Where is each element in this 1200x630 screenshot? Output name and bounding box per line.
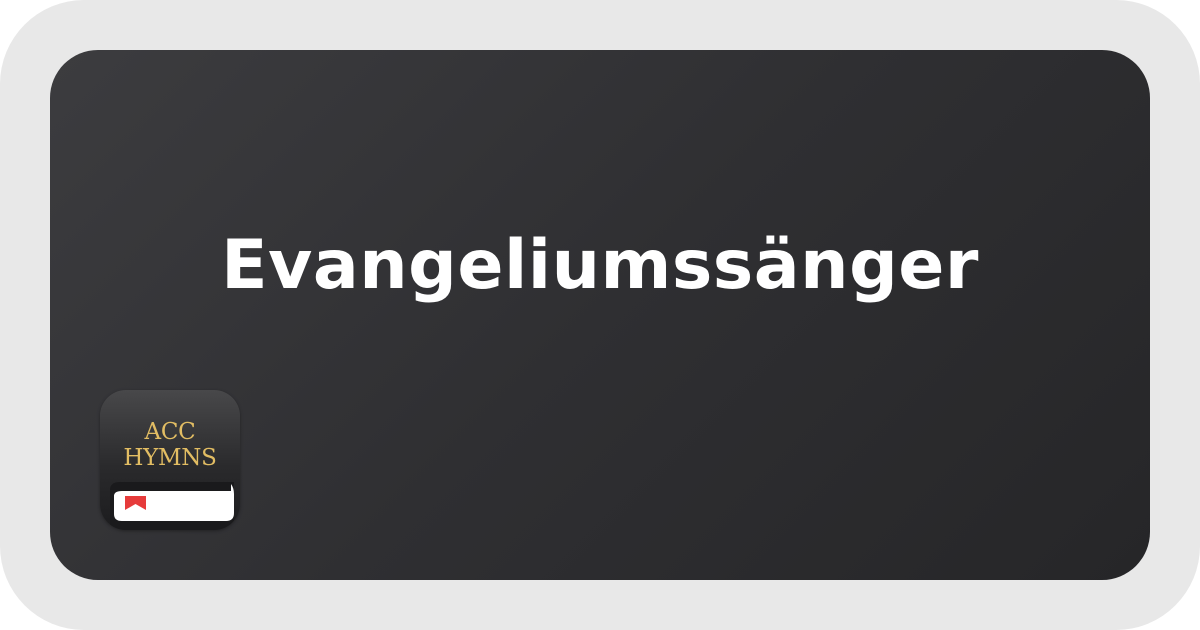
outer-frame: Evangeliumssänger ACC HYMNS xyxy=(0,0,1200,630)
title-card: Evangeliumssänger ACC HYMNS xyxy=(50,50,1150,580)
book-pages-icon xyxy=(110,482,234,530)
page-title: Evangeliumssänger xyxy=(221,226,979,305)
acc-hymns-app-icon: ACC HYMNS xyxy=(100,390,240,530)
